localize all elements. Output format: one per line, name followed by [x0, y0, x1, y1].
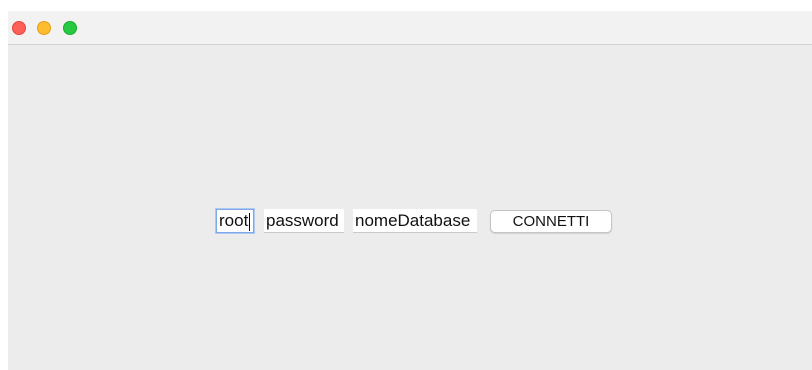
main-panel: root password nomeDatabase CONNETTI — [8, 45, 812, 370]
maximize-icon[interactable] — [63, 21, 77, 35]
password-value: password — [266, 211, 339, 230]
close-icon[interactable] — [12, 21, 26, 35]
title-bar — [8, 11, 812, 45]
database-value: nomeDatabase — [355, 211, 471, 230]
connect-button[interactable]: CONNETTI — [490, 210, 612, 233]
app-window: root password nomeDatabase CONNETTI — [8, 11, 812, 370]
username-field[interactable]: root — [216, 209, 254, 233]
database-field[interactable]: nomeDatabase — [353, 209, 477, 233]
minimize-icon[interactable] — [37, 21, 51, 35]
username-value: root — [219, 211, 249, 230]
password-field[interactable]: password — [264, 209, 344, 233]
text-caret — [249, 212, 251, 231]
